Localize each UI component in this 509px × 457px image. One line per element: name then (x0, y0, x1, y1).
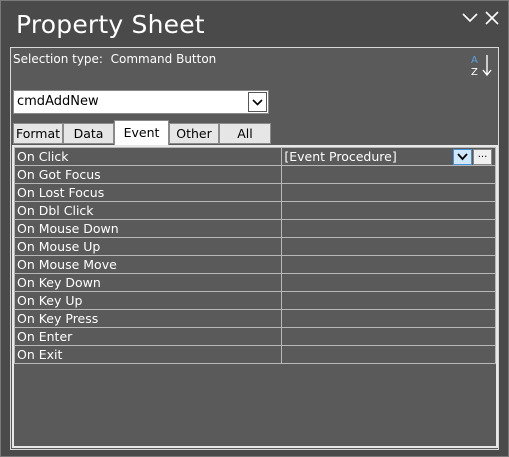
tab-all[interactable]: All (219, 123, 271, 144)
close-pane-button[interactable] (483, 9, 501, 27)
object-selector-dropdown-button[interactable] (248, 92, 267, 112)
property-name: On Exit (13, 345, 283, 364)
property-name: On Got Focus (13, 165, 283, 184)
svg-text:Z: Z (471, 67, 478, 78)
property-value[interactable] (281, 201, 496, 220)
chevron-down-icon (457, 153, 468, 161)
property-name: On Mouse Up (13, 237, 283, 256)
collapse-pane-button[interactable] (461, 9, 479, 27)
table-row[interactable]: On Key Up (13, 291, 496, 310)
tab-other[interactable]: Other (169, 123, 219, 144)
table-row[interactable]: On Click [Event Procedure] ... (13, 147, 496, 166)
property-value[interactable] (281, 309, 496, 328)
property-value[interactable] (281, 345, 496, 364)
property-name: On Key Down (13, 273, 283, 292)
tab-data[interactable]: Data (63, 123, 114, 144)
sort-button[interactable]: A Z (470, 52, 494, 78)
property-name: On Lost Focus (13, 183, 283, 202)
property-value[interactable] (281, 165, 496, 184)
property-value: [Event Procedure] (284, 149, 397, 164)
sort-az-icon: A Z (471, 55, 492, 78)
property-name: On Enter (13, 327, 283, 346)
property-value[interactable] (281, 273, 496, 292)
property-name: On Key Up (13, 291, 283, 310)
property-value[interactable] (281, 327, 496, 346)
table-row[interactable]: On Exit (13, 345, 496, 364)
table-row[interactable]: On Enter (13, 327, 496, 346)
property-value[interactable] (281, 219, 496, 238)
table-row[interactable]: On Lost Focus (13, 183, 496, 202)
property-value[interactable] (281, 291, 496, 310)
build-button[interactable]: ... (473, 149, 492, 165)
object-selector-combo[interactable]: cmdAddNew (13, 90, 269, 114)
property-value[interactable] (281, 183, 496, 202)
table-row[interactable]: On Mouse Down (13, 219, 496, 238)
chevron-down-icon (252, 99, 263, 106)
close-icon (485, 11, 499, 25)
chevron-down-icon (462, 13, 478, 23)
property-value-cell[interactable]: [Event Procedure] ... (281, 147, 496, 166)
property-name: On Mouse Down (13, 219, 283, 238)
table-row[interactable]: On Key Press (13, 309, 496, 328)
selection-type-label: Selection type: Command Button (13, 52, 217, 66)
table-row[interactable]: On Mouse Up (13, 237, 496, 256)
table-row[interactable]: On Mouse Move (13, 255, 496, 274)
property-name: On Click (13, 147, 283, 166)
property-name: On Dbl Click (13, 201, 283, 220)
table-row[interactable]: On Dbl Click (13, 201, 496, 220)
property-value[interactable] (281, 255, 496, 274)
property-grid: On Click [Event Procedure] ... On Got Fo… (12, 145, 498, 448)
pane-title: Property Sheet (16, 10, 205, 39)
property-value[interactable] (281, 237, 496, 256)
property-name: On Key Press (13, 309, 283, 328)
table-row[interactable]: On Got Focus (13, 165, 496, 184)
tab-event[interactable]: Event (114, 120, 169, 145)
event-dropdown-button[interactable] (453, 149, 472, 165)
svg-text:A: A (471, 55, 478, 66)
table-row[interactable]: On Key Down (13, 273, 496, 292)
property-table: On Click [Event Procedure] ... On Got Fo… (13, 147, 496, 364)
property-sheet-pane: Property Sheet Selection type: Command B… (0, 0, 509, 457)
property-sheet-body: Selection type: Command Button A Z cmdAd… (10, 47, 499, 450)
object-selector-value: cmdAddNew (17, 94, 99, 109)
property-name: On Mouse Move (13, 255, 283, 274)
tab-format[interactable]: Format (13, 123, 63, 144)
